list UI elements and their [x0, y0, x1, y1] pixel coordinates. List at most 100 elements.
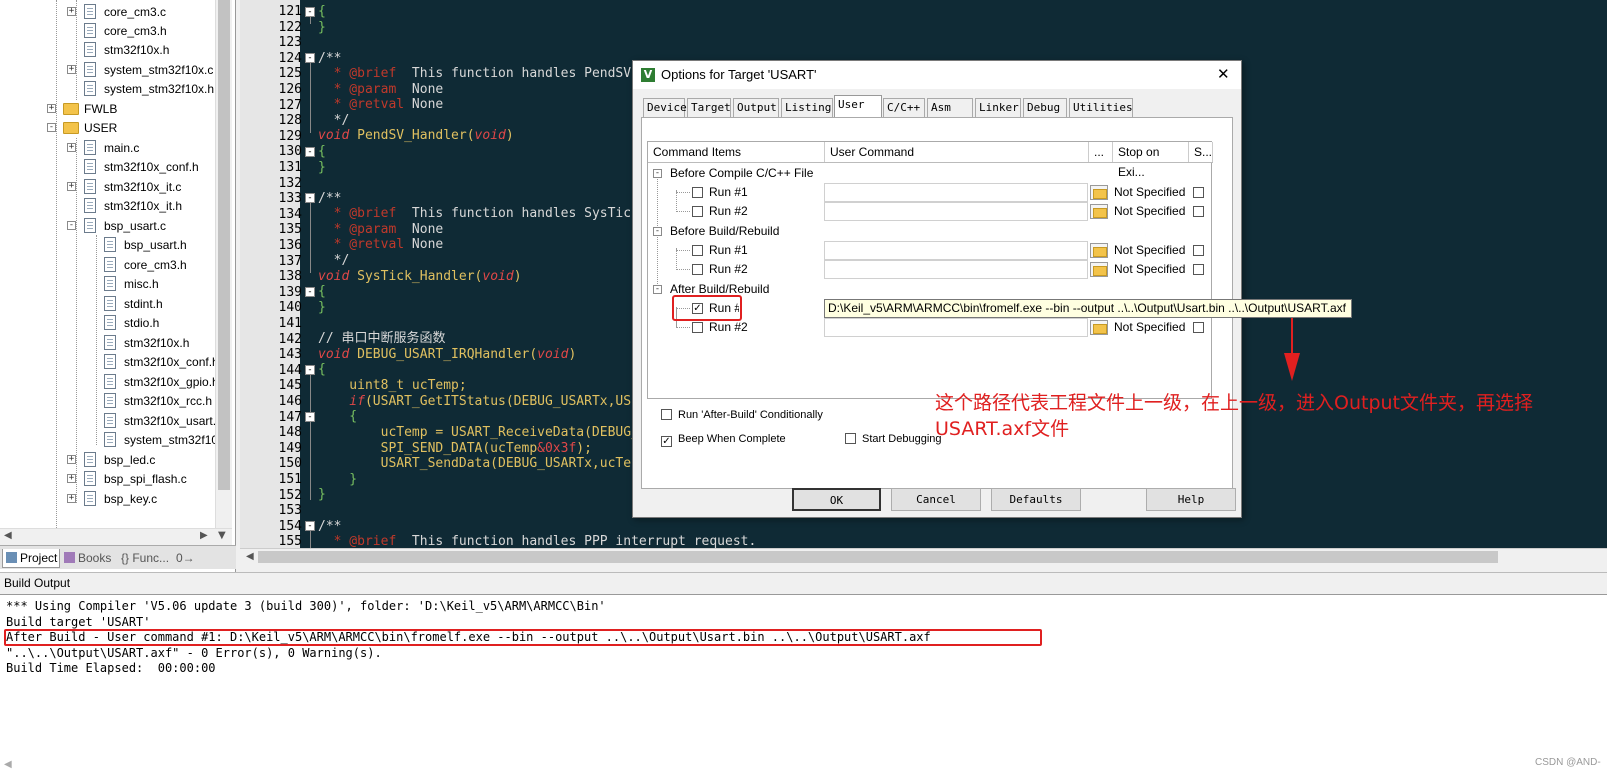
column-header[interactable]: Stop on Exi...	[1113, 142, 1189, 179]
start-debugging-option[interactable]: Start Debugging	[845, 433, 942, 445]
expander-icon[interactable]: +	[67, 474, 76, 483]
fold-marker-icon[interactable]: -	[305, 53, 315, 63]
column-header[interactable]: Command Items	[648, 142, 825, 162]
fold-marker-icon[interactable]: -	[305, 365, 315, 375]
beep-option[interactable]: ✓ Beep When Complete	[661, 433, 786, 447]
stop-on-exit-value[interactable]: Not Specified	[1114, 260, 1185, 279]
expander-icon[interactable]: -	[47, 123, 56, 132]
group-before-compile[interactable]: - Before Compile C/C++ File	[648, 164, 1213, 183]
tree-item-dep[interactable]: core_cm3.h	[0, 255, 215, 275]
tab-listing[interactable]: Listing	[781, 98, 833, 117]
s-checkbox[interactable]	[1193, 206, 1204, 217]
help-button[interactable]: Help	[1146, 488, 1236, 511]
beep-checkbox-checked[interactable]: ✓	[661, 436, 672, 447]
tree-item-dep[interactable]: stm32f10x.h	[0, 333, 215, 353]
collapse-icon[interactable]: -	[653, 285, 662, 294]
tree-item-main-c[interactable]: + main.c	[0, 138, 215, 158]
user-command-input[interactable]	[824, 241, 1088, 260]
scroll-left-icon[interactable]: ◀	[246, 551, 254, 562]
tree-item-dep[interactable]: stm32f10x_gpio.h	[0, 372, 219, 392]
tree-item-system-c[interactable]: + system_stm32f10x.c	[0, 60, 215, 80]
tab-templates[interactable]: 0→ Temp...	[173, 549, 233, 584]
tab-books[interactable]: Books	[61, 549, 117, 568]
tree-item-user[interactable]: - USER	[0, 118, 215, 138]
tree-item-it-h[interactable]: stm32f10x_it.h	[0, 196, 215, 216]
s-checkbox[interactable]	[1193, 245, 1204, 256]
column-header[interactable]: User Command	[825, 142, 1089, 162]
scroll-right-icon[interactable]: ▶	[200, 530, 208, 541]
tree-item-dep[interactable]: bsp_usart.h	[0, 235, 215, 255]
tree-item-dep[interactable]: stm32f10x_usart.h	[0, 411, 223, 431]
run-checkbox[interactable]	[692, 206, 703, 217]
run-checkbox[interactable]	[692, 264, 703, 275]
tree-item-stm32f10x-h[interactable]: stm32f10x.h	[0, 40, 215, 60]
tree-item-bsp-key-c[interactable]: + bsp_key.c	[0, 489, 215, 509]
s-checkbox[interactable]	[1193, 187, 1204, 198]
run-checkbox[interactable]	[692, 322, 703, 333]
fold-marker-icon[interactable]: -	[305, 147, 315, 157]
project-horizontal-scrollbar[interactable]: ◀ ▶ ▼	[0, 528, 232, 545]
tree-item-bsp-led-c[interactable]: + bsp_led.c	[0, 450, 215, 470]
tree-item-bsp-spi-flash-c[interactable]: + bsp_spi_flash.c	[0, 469, 215, 489]
tree-item-conf-h[interactable]: stm32f10x_conf.h	[0, 157, 215, 177]
fold-marker-icon[interactable]: -	[305, 412, 315, 422]
tab-output[interactable]: Output	[733, 98, 779, 117]
browse-folder-icon[interactable]	[1090, 204, 1108, 219]
scroll-left-icon[interactable]: ◀	[4, 530, 12, 541]
fold-marker-icon[interactable]: -	[305, 287, 315, 297]
column-header[interactable]: ...	[1089, 142, 1113, 162]
scroll-left-icon[interactable]: ◀	[4, 759, 12, 770]
fold-marker-icon[interactable]: -	[305, 7, 315, 17]
tree-item-system-h[interactable]: system_stm32f10x.h	[0, 79, 215, 99]
column-header[interactable]: S...	[1189, 142, 1213, 162]
stop-on-exit-value[interactable]: Not Specified	[1114, 183, 1185, 202]
fold-marker-icon[interactable]: -	[305, 521, 315, 531]
ok-button[interactable]: OK	[792, 488, 881, 511]
run-after-build-checkbox[interactable]	[661, 409, 672, 420]
scrollbar-thumb[interactable]	[258, 551, 1498, 563]
user-command-input[interactable]	[824, 318, 1088, 337]
tree-item-dep[interactable]: stdio.h	[0, 313, 215, 333]
tab-debug[interactable]: Debug	[1023, 98, 1067, 117]
tab-asm[interactable]: Asm	[927, 98, 973, 117]
close-icon[interactable]: ✕	[1217, 65, 1230, 83]
run-checkbox[interactable]	[692, 245, 703, 256]
expander-icon[interactable]: +	[67, 494, 76, 503]
stop-on-exit-value[interactable]: Not Specified	[1114, 241, 1185, 260]
fold-marker-icon[interactable]: -	[305, 193, 315, 203]
s-checkbox[interactable]	[1193, 322, 1204, 333]
tree-item-it-c[interactable]: + stm32f10x_it.c	[0, 177, 215, 197]
user-command-input[interactable]	[824, 183, 1088, 202]
tree-item-core-cm3-h[interactable]: core_cm3.h	[0, 21, 215, 41]
start-debugging-checkbox[interactable]	[845, 433, 856, 444]
expander-icon[interactable]: +	[67, 455, 76, 464]
tree-item-dep[interactable]: stm32f10x_conf.h	[0, 352, 219, 372]
expander-icon[interactable]: +	[67, 182, 76, 191]
cancel-button[interactable]: Cancel	[891, 488, 981, 511]
tree-item-dep[interactable]: stm32f10x_rcc.h	[0, 391, 215, 411]
build-output-panel[interactable]: *** Using Compiler 'V5.06 update 3 (buil…	[0, 594, 1607, 775]
scroll-down-icon[interactable]: ▼	[218, 530, 226, 541]
stop-on-exit-value[interactable]: Not Specified	[1114, 202, 1185, 221]
tree-item-bsp-usart-c[interactable]: - bsp_usart.c	[0, 216, 215, 236]
expander-icon[interactable]: +	[47, 104, 56, 113]
scrollbar-thumb[interactable]	[218, 0, 230, 490]
tab-target[interactable]: Target	[687, 98, 731, 117]
collapse-icon[interactable]: -	[653, 169, 662, 178]
dialog-titlebar[interactable]: V Options for Target 'USART' ✕	[633, 61, 1241, 89]
tab-utilities[interactable]: Utilities	[1069, 98, 1133, 117]
collapse-icon[interactable]: -	[653, 227, 662, 236]
tree-item-dep[interactable]: system_stm32f10x	[0, 430, 215, 450]
tree-item-dep[interactable]: misc.h	[0, 274, 215, 294]
browse-folder-icon[interactable]	[1090, 185, 1108, 200]
browse-folder-icon[interactable]	[1090, 320, 1108, 335]
tree-item-fwlb[interactable]: + FWLB	[0, 99, 215, 119]
browse-folder-icon[interactable]	[1090, 243, 1108, 258]
run-after-build-option[interactable]: Run 'After-Build' Conditionally	[661, 409, 823, 421]
group-before-build[interactable]: - Before Build/Rebuild	[648, 222, 1213, 241]
user-command-input[interactable]	[824, 202, 1088, 221]
tab-project[interactable]: Project	[2, 549, 60, 568]
expander-icon[interactable]: -	[67, 221, 76, 230]
browse-folder-icon[interactable]	[1090, 262, 1108, 277]
tree-item-dep[interactable]: stdint.h	[0, 294, 215, 314]
